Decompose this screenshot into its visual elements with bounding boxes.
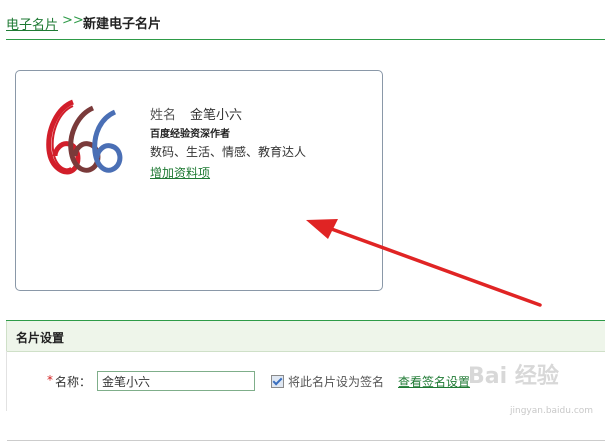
name-field-label: 名称： <box>55 375 92 389</box>
view-signature-settings-link[interactable]: 查看签名设置 <box>398 373 470 390</box>
required-mark: * <box>47 373 53 387</box>
watermark-url: jingyan.baidu.com <box>510 406 594 416</box>
watermark: Bai 经验 <box>468 364 559 389</box>
set-as-signature-checkbox[interactable] <box>271 375 284 388</box>
name-input[interactable] <box>97 371 255 391</box>
settings-title: 名片设置 <box>16 331 65 345</box>
set-as-signature-label: 将此名片设为签名 <box>288 375 385 389</box>
settings-header: 名片设置 <box>6 321 605 352</box>
